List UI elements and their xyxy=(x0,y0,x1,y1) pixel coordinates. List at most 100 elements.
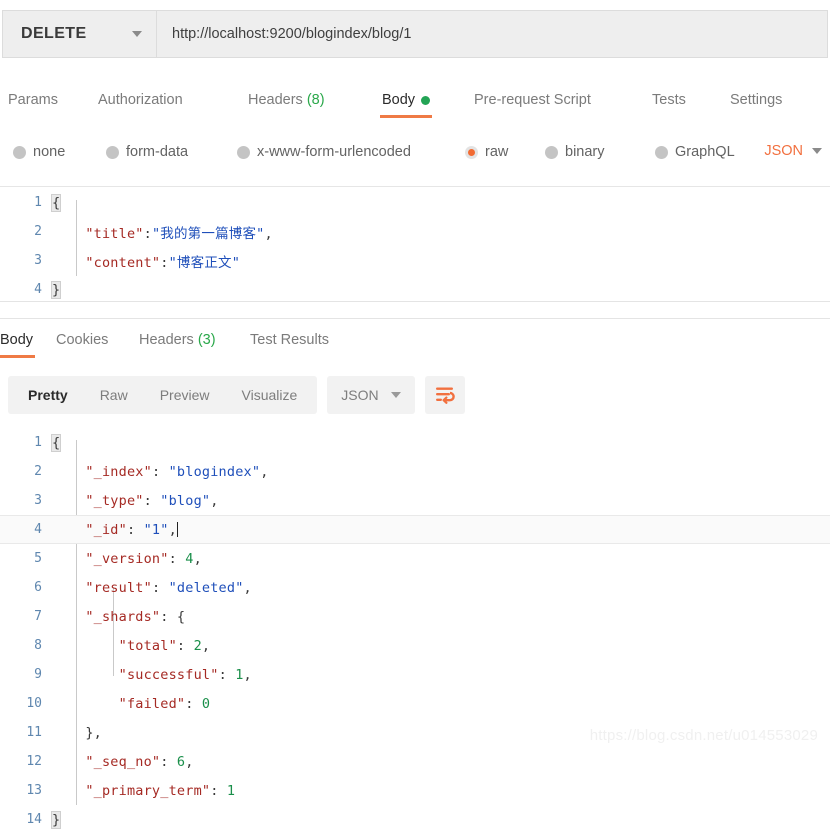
line-number: 1 xyxy=(34,195,42,210)
request-tab-authorization[interactable]: Authorization xyxy=(98,92,183,118)
response-tab-headers[interactable]: Headers (3) xyxy=(139,332,216,358)
body-type-label: x-www-form-urlencoded xyxy=(257,144,411,160)
request-body-editor[interactable]: 1{2 "title":"我的第一篇博客", 3 "content":"博客正文"… xyxy=(0,188,830,304)
code-line[interactable]: 9 "successful": 1, xyxy=(0,660,830,689)
request-tab-settings[interactable]: Settings xyxy=(730,92,782,118)
request-tabs: Params Authorization Headers (8) Body Pre-re… xyxy=(0,84,830,120)
code-line[interactable]: 4 "_id": "1", xyxy=(0,515,830,544)
request-tab-params[interactable]: Params xyxy=(8,92,58,118)
line-number: 2 xyxy=(34,464,42,479)
body-type-option-binary[interactable]: binary xyxy=(545,144,605,160)
code-text: } xyxy=(50,810,62,829)
body-type-option-none[interactable]: none xyxy=(13,144,65,160)
raw-format-select[interactable]: JSON xyxy=(764,143,830,159)
chevron-down-icon xyxy=(132,31,142,37)
response-body-editor[interactable]: 1{2 "_index": "blogindex", 3 "_type": "bl… xyxy=(0,428,830,834)
code-line[interactable]: 8 "total": 2, xyxy=(0,631,830,660)
request-tab-pre-request-script[interactable]: Pre-request Script xyxy=(474,92,591,118)
code-line[interactable]: 1{ xyxy=(0,428,830,457)
body-type-option-raw[interactable]: raw xyxy=(465,144,508,160)
code-text: { xyxy=(50,193,62,212)
body-type-label: raw xyxy=(485,144,509,160)
watermark: https://blog.csdn.net/u014553029 xyxy=(589,727,818,744)
radio-button-selected[interactable] xyxy=(465,145,478,159)
tab-label: Cookies xyxy=(56,332,109,348)
line-number: 12 xyxy=(26,754,42,769)
response-format-select[interactable]: JSON xyxy=(327,376,415,414)
request-body-type-options: JSON none form-data x-www-form-urlencoded r… xyxy=(0,138,830,164)
response-view-pretty[interactable]: Pretty xyxy=(12,376,84,414)
tab-label: Pre-request Script xyxy=(474,92,591,108)
code-text: "_id": "1", xyxy=(85,521,178,538)
code-text: "_version": 4, xyxy=(85,550,202,567)
line-number: 2 xyxy=(34,224,42,239)
radio-button[interactable] xyxy=(13,145,26,159)
body-type-label: none xyxy=(33,144,66,160)
tab-label: Headers xyxy=(139,332,194,348)
word-wrap-icon xyxy=(435,387,455,404)
response-view-mode-group: Pretty Raw Preview Visualize xyxy=(8,376,318,414)
code-line[interactable]: 13 "_primary_term": 1 xyxy=(0,776,830,805)
line-number: 9 xyxy=(34,667,42,682)
pane-divider-bottom xyxy=(0,318,830,319)
code-text: "_index": "blogindex", xyxy=(85,463,269,480)
response-view-raw[interactable]: Raw xyxy=(84,376,144,414)
line-number: 10 xyxy=(26,696,42,711)
tab-label: Body xyxy=(382,92,416,108)
code-line[interactable]: 10 "failed": 0 xyxy=(0,689,830,718)
line-number: 1 xyxy=(34,435,42,450)
radio-button[interactable] xyxy=(106,145,119,159)
radio-button[interactable] xyxy=(237,145,250,159)
response-tab-cookies[interactable]: Cookies xyxy=(56,332,108,358)
url-input[interactable]: http://localhost:9200/blogindex/blog/1 xyxy=(157,11,827,57)
response-tab-test-results[interactable]: Test Results xyxy=(250,332,329,358)
request-tab-tests[interactable]: Tests xyxy=(652,92,686,118)
chevron-down-icon xyxy=(812,148,822,154)
request-url-bar: DELETE http://localhost:9200/blogindex/b… xyxy=(2,10,828,58)
code-line[interactable]: 2 "_index": "blogindex", xyxy=(0,457,830,486)
body-type-label: form-data xyxy=(126,144,189,160)
request-tab-headers[interactable]: Headers (8) xyxy=(248,92,325,118)
code-text: "result": "deleted", xyxy=(85,579,252,596)
radio-button[interactable] xyxy=(655,145,668,159)
response-view-preview[interactable]: Preview xyxy=(144,376,226,414)
response-view-visualize[interactable]: Visualize xyxy=(226,376,314,414)
word-wrap-button[interactable] xyxy=(424,376,465,414)
raw-format-label: JSON xyxy=(764,143,803,159)
line-number: 11 xyxy=(26,725,42,740)
code-line[interactable]: 5 "_version": 4, xyxy=(0,544,830,573)
line-number: 3 xyxy=(34,253,42,268)
line-number: 3 xyxy=(34,493,42,508)
code-line[interactable]: 3 "content":"博客正文" xyxy=(0,246,830,275)
tab-count-badge: (3) xyxy=(193,332,216,348)
response-format-toolbar: Pretty Raw Preview Visualize JSON xyxy=(8,376,465,414)
body-type-option-graphql[interactable]: GraphQL xyxy=(655,144,735,160)
body-type-option-x-www-form-urlencoded[interactable]: x-www-form-urlencoded xyxy=(237,144,411,160)
body-type-label: GraphQL xyxy=(675,144,735,160)
code-line[interactable]: 1{ xyxy=(0,188,830,217)
code-text: "_type": "blog", xyxy=(85,492,219,509)
line-number: 8 xyxy=(34,638,42,653)
code-line[interactable]: 12 "_seq_no": 6, xyxy=(0,747,830,776)
line-number: 13 xyxy=(26,783,42,798)
response-tab-body[interactable]: Body xyxy=(0,332,36,358)
radio-button[interactable] xyxy=(545,145,558,159)
code-text: "_seq_no": 6, xyxy=(85,753,194,770)
body-type-option-form-data[interactable]: form-data xyxy=(106,144,188,160)
code-text: { xyxy=(50,433,62,452)
code-line[interactable]: 7 "_shards": { xyxy=(0,602,830,631)
body-present-indicator-icon xyxy=(421,95,431,105)
code-line[interactable]: 2 "title":"我的第一篇博客", xyxy=(0,217,830,246)
request-tab-body[interactable]: Body xyxy=(379,92,433,118)
code-line[interactable]: 14} xyxy=(0,805,830,834)
line-number: 7 xyxy=(34,609,42,624)
code-line[interactable]: 3 "_type": "blog", xyxy=(0,486,830,515)
code-line[interactable]: 6 "result": "deleted", xyxy=(0,573,830,602)
body-type-label: binary xyxy=(565,144,605,160)
tab-label: Test Results xyxy=(250,332,329,348)
code-line[interactable]: 4} xyxy=(0,275,830,304)
code-text: "content":"博客正文" xyxy=(85,254,241,271)
http-method-select[interactable]: DELETE xyxy=(3,11,157,57)
line-number: 5 xyxy=(34,551,42,566)
request-editor-top-rule xyxy=(0,186,830,187)
